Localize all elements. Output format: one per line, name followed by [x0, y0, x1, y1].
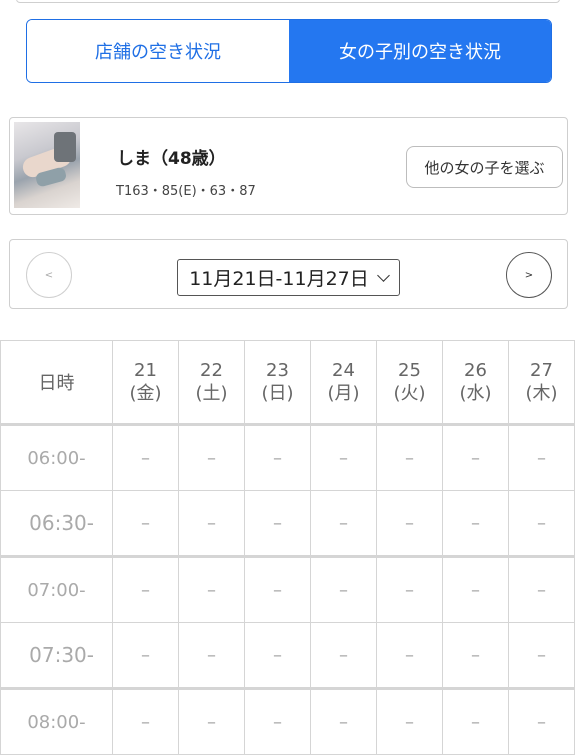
slot-cell: – — [442, 622, 509, 689]
table-row: 07:30- – – – – – – – — [0, 622, 575, 689]
slot-cell: – — [178, 555, 245, 623]
slot-cell: – — [244, 555, 311, 623]
table-row: 06:30- – – – – – – – — [0, 490, 575, 557]
date-navigation: < 11月21日-11月27日 > — [9, 239, 568, 309]
choose-other-girl-button[interactable]: 他の女の子を選ぶ — [406, 146, 563, 188]
slot-cell: – — [508, 555, 575, 623]
slot-cell: – — [508, 490, 575, 557]
slot-cell: – — [244, 490, 311, 557]
slot-cell: – — [112, 555, 179, 623]
prev-week-button[interactable]: < — [26, 252, 72, 298]
slot-cell: – — [244, 687, 311, 755]
day-header: 23 (日) — [244, 340, 311, 425]
slot-cell: – — [244, 423, 311, 491]
day-header: 21 (金) — [112, 340, 179, 425]
slot-cell: – — [310, 622, 377, 689]
slot-cell: – — [376, 687, 443, 755]
tab-girl-availability[interactable]: 女の子別の空き状況 — [289, 20, 551, 82]
slot-cell: – — [310, 555, 377, 623]
slot-cell: – — [112, 687, 179, 755]
slot-cell: – — [508, 423, 575, 491]
day-header: 27 (木) — [508, 340, 575, 425]
slot-cell: – — [112, 490, 179, 557]
time-cell: 07:00- — [0, 555, 113, 623]
slot-cell: – — [310, 687, 377, 755]
time-cell: 06:00- — [0, 423, 113, 491]
day-header: 22 (土) — [178, 340, 245, 425]
slot-cell: – — [442, 687, 509, 755]
day-header: 24 (月) — [310, 340, 377, 425]
girl-card: しま（48歳） T163・85(E)・63・87 他の女の子を選ぶ — [9, 117, 568, 215]
week-range-value: 11月21日-11月27日 — [189, 268, 369, 290]
availability-tabs: 店舗の空き状況 女の子別の空き状況 — [26, 19, 552, 83]
table-row: 07:00- – – – – – – – — [0, 555, 575, 623]
slot-cell: – — [178, 622, 245, 689]
slot-cell: – — [310, 423, 377, 491]
slot-cell: – — [310, 490, 377, 557]
slot-cell: – — [112, 622, 179, 689]
girl-photo[interactable] — [14, 122, 80, 208]
time-cell: 08:00- — [0, 687, 113, 755]
slot-cell: – — [376, 622, 443, 689]
chevron-left-icon: < — [44, 269, 54, 281]
time-cell: 06:30- — [0, 490, 113, 557]
chevron-down-icon — [376, 268, 390, 282]
schedule-header-row: 日時 21 (金) 22 (土) 23 (日) 24 (月) 25 (火) 26 (水) 2… — [0, 340, 575, 425]
slot-cell: – — [178, 423, 245, 491]
slot-cell: – — [442, 423, 509, 491]
slot-cell: – — [508, 687, 575, 755]
slot-cell: – — [244, 622, 311, 689]
day-header: 26 (水) — [442, 340, 509, 425]
schedule-table: 日時 21 (金) 22 (土) 23 (日) 24 (月) 25 (火) 26 (水) 2… — [0, 340, 575, 755]
table-row: 08:00- – – – – – – – — [0, 687, 575, 755]
slot-cell: – — [178, 490, 245, 557]
table-row: 06:00- – – – – – – – — [0, 423, 575, 491]
slot-cell: – — [376, 490, 443, 557]
slot-cell: – — [442, 490, 509, 557]
week-select[interactable]: 11月21日-11月27日 — [177, 259, 400, 296]
girl-name: しま（48歳） — [117, 149, 226, 169]
slot-cell: – — [376, 555, 443, 623]
slot-cell: – — [442, 555, 509, 623]
next-week-button[interactable]: > — [506, 252, 552, 298]
slot-cell: – — [376, 423, 443, 491]
slot-cell: – — [508, 622, 575, 689]
slot-cell: – — [178, 687, 245, 755]
day-header: 25 (火) — [376, 340, 443, 425]
girl-stats: T163・85(E)・63・87 — [116, 184, 256, 199]
tab-store-availability[interactable]: 店舗の空き状況 — [27, 20, 289, 82]
previous-section-edge — [16, 0, 560, 3]
datetime-header: 日時 — [0, 340, 113, 425]
chevron-right-icon: > — [524, 269, 534, 281]
time-cell: 07:30- — [0, 622, 113, 689]
slot-cell: – — [112, 423, 179, 491]
